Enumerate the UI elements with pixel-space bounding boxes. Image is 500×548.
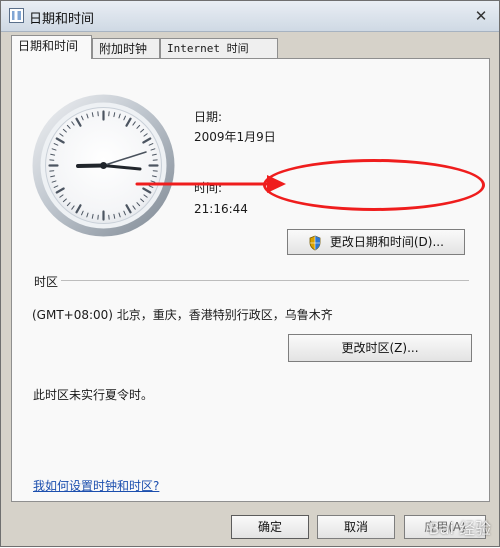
section-divider (61, 280, 469, 281)
window-title: 日期和时间 (29, 8, 94, 27)
change-timezone-button[interactable]: 更改时区(Z)... (288, 334, 472, 362)
dialog-footer: 确定 取消 应用(A) (1, 502, 499, 548)
dst-note: 此时区未实行夏令时。 (33, 386, 153, 403)
time-value: 21:16:44 (194, 201, 248, 217)
ok-button[interactable]: 确定 (231, 515, 309, 539)
analog-clock-icon (30, 92, 177, 239)
tab-content-panel: 日期: 2009年1月9日 时间: 21:16:44 更改日期和时间(D)...… (11, 58, 490, 502)
date-time-dialog: 日期和时间 ✕ 日期和时间 附加时钟 Internet 时间 (0, 0, 500, 547)
help-link[interactable]: 我如何设置时钟和时区? (33, 477, 159, 494)
tab-additional-clocks[interactable]: 附加时钟 (92, 38, 160, 58)
tab-internet-time[interactable]: Internet 时间 (160, 38, 278, 58)
title-bar: 日期和时间 ✕ (1, 1, 499, 32)
annotation-ellipse (263, 159, 485, 211)
date-value: 2009年1月9日 (194, 129, 276, 145)
shield-icon (308, 235, 322, 251)
change-date-time-button-label: 更改日期和时间(D)... (330, 235, 444, 249)
timezone-value: (GMT+08:00) 北京，重庆，香港特别行政区，乌鲁木齐 (32, 306, 333, 323)
apply-button[interactable]: 应用(A) (404, 515, 486, 539)
close-icon[interactable]: ✕ (472, 7, 490, 25)
timezone-section-title: 时区 (34, 273, 58, 290)
date-label: 日期: (194, 109, 222, 125)
change-date-time-button[interactable]: 更改日期和时间(D)... (287, 229, 465, 255)
calendar-icon (9, 8, 24, 23)
cancel-button[interactable]: 取消 (317, 515, 395, 539)
tab-date-time[interactable]: 日期和时间 (11, 35, 92, 59)
